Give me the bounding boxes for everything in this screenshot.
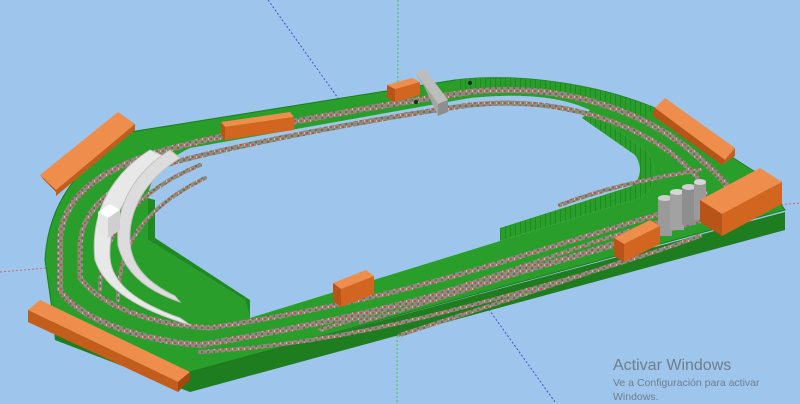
silo-top: [670, 189, 684, 195]
silo-top: [682, 184, 696, 190]
silo: [658, 198, 672, 236]
silo-top: [694, 179, 706, 185]
silo: [670, 192, 684, 230]
silo: [682, 187, 696, 225]
silo-top: [658, 195, 672, 201]
3d-viewport[interactable]: [0, 0, 800, 402]
